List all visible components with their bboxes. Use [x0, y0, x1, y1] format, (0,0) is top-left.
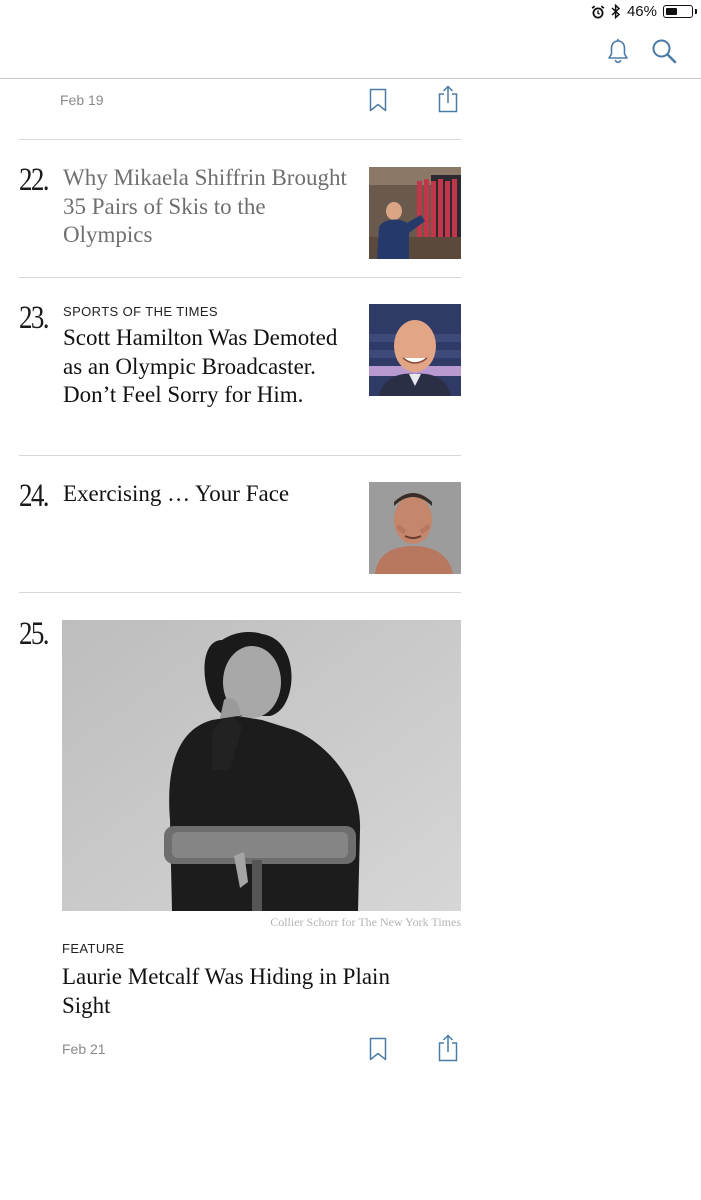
article-rank: 24. [19, 478, 50, 514]
divider [19, 592, 461, 593]
share-button[interactable] [436, 1033, 460, 1063]
bookmark-icon [369, 1037, 387, 1061]
bluetooth-icon [611, 4, 621, 19]
status-bar: 46% [0, 0, 701, 24]
divider [19, 277, 461, 278]
share-icon [438, 85, 458, 113]
article-kicker: SPORTS OF THE TIMES [63, 304, 218, 319]
article-rank: 23. [19, 300, 50, 336]
article-headline[interactable]: Why Mikaela Shiffrin Brought 35 Pairs of… [63, 164, 353, 250]
status-indicators: 46% [591, 3, 697, 20]
alarm-icon [591, 5, 605, 18]
bell-icon [608, 39, 628, 64]
article-headline[interactable]: Exercising … Your Face [63, 480, 348, 509]
feature-item[interactable]: 25. [19, 616, 54, 653]
share-button[interactable] [436, 84, 460, 114]
save-button[interactable] [366, 86, 390, 114]
article-thumbnail[interactable] [369, 304, 461, 396]
article-headline[interactable]: Scott Hamilton Was Demoted as an Olympic… [63, 324, 348, 410]
top-toolbar [0, 24, 701, 79]
article-thumbnail[interactable] [369, 167, 461, 259]
article-rank: 25. [19, 616, 50, 652]
article-rank: 22. [19, 162, 50, 198]
article-date: Feb 19 [60, 92, 104, 108]
battery-fill [666, 8, 677, 15]
battery-percent: 46% [626, 3, 657, 20]
list-item[interactable]: 23. [19, 300, 54, 337]
article-kicker: FEATURE [62, 941, 125, 956]
article-headline[interactable]: Laurie Metcalf Was Hiding in Plain Sight [62, 963, 432, 1020]
notifications-button[interactable] [604, 36, 632, 66]
list-item[interactable]: 24. [19, 478, 54, 515]
battery-icon [663, 5, 697, 18]
article-thumbnail[interactable] [369, 482, 461, 574]
divider [19, 455, 461, 456]
feature-photo[interactable] [62, 620, 461, 911]
divider [19, 139, 461, 140]
list-item[interactable]: 22. [19, 162, 54, 199]
share-icon [438, 1034, 458, 1062]
bookmark-icon [369, 88, 387, 112]
search-icon [652, 39, 677, 64]
photo-credit: Collier Schorr for The New York Times [270, 915, 461, 929]
save-button[interactable] [366, 1035, 390, 1063]
search-button[interactable] [649, 36, 679, 66]
article-date: Feb 21 [62, 1041, 106, 1057]
